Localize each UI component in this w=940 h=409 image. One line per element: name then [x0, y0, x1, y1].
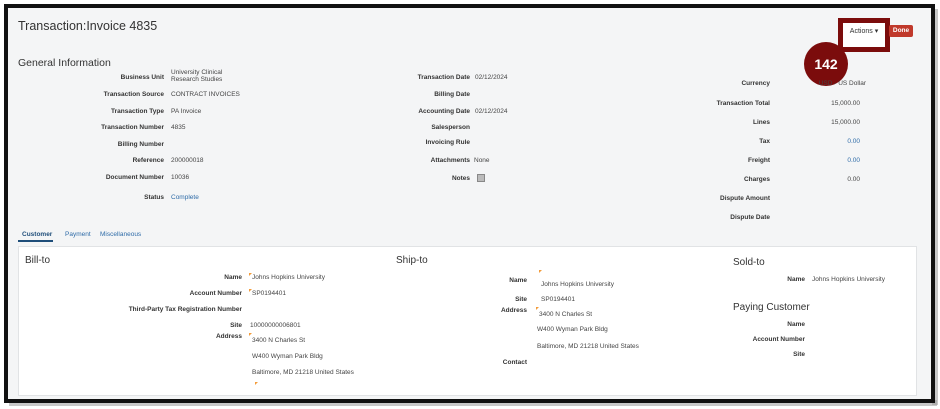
reference-value: 200000018: [171, 157, 204, 164]
document-number-label: Document Number: [105, 174, 164, 181]
currency-value: USD - US Dollar: [818, 80, 866, 87]
reference-label: Reference: [132, 157, 164, 164]
attachments-value[interactable]: None: [474, 157, 490, 164]
ship-to-address-label: Address: [500, 307, 527, 314]
ship-to-contact-label: Contact: [502, 359, 527, 366]
paying-account-label: Account Number: [752, 336, 805, 343]
bill-to-address-line3: Baltimore, MD 21218 United States: [252, 369, 354, 376]
bill-to-address-line1: 3400 N Charles St: [252, 337, 306, 344]
flag-icon: [536, 307, 539, 310]
active-tab-indicator: [18, 240, 53, 242]
notes-icon[interactable]: [477, 174, 485, 182]
transaction-date-value: 02/12/2024: [475, 74, 508, 81]
tax-label: Tax: [759, 138, 770, 145]
accounting-date-label: Accounting Date: [418, 108, 470, 115]
lines-value: 15,000.00: [831, 119, 860, 126]
transaction-type-value: PA Invoice: [171, 108, 202, 115]
tab-customer[interactable]: Customer: [22, 231, 52, 238]
business-unit-value: University Clinical Research Studies: [171, 69, 223, 83]
bill-to-site-value: 10000000006801: [250, 322, 301, 329]
ship-to-title: Ship-to: [396, 255, 428, 266]
ship-to-name-label: Name: [509, 277, 527, 284]
transaction-number-label: Transaction Number: [101, 124, 164, 131]
billing-number-label: Billing Number: [117, 141, 164, 148]
tab-payment[interactable]: Payment: [65, 231, 91, 238]
charges-label: Charges: [743, 176, 770, 183]
dispute-date-label: Dispute Date: [730, 214, 770, 221]
bill-to-site-label: Site: [230, 322, 242, 329]
general-information-title: General Information: [18, 57, 111, 69]
business-unit-label: Business Unit: [120, 74, 164, 81]
paying-site-label: Site: [793, 351, 805, 358]
status-label: Status: [144, 194, 164, 201]
lines-label: Lines: [753, 119, 770, 126]
sold-to-name-value: Johns Hopkins University: [812, 276, 885, 283]
bill-to-tax-registration-label: Third-Party Tax Registration Number: [128, 306, 242, 313]
bill-to-address-line2: W400 Wyman Park Bldg: [252, 353, 323, 360]
accounting-date-value: 02/12/2024: [475, 108, 508, 115]
ship-to-address-line2: W400 Wyman Park Bldg: [537, 326, 608, 333]
dispute-amount-label: Dispute Amount: [720, 195, 770, 202]
paying-name-label: Name: [787, 321, 805, 328]
sold-to-title: Sold-to: [733, 257, 765, 268]
transaction-source-value: CONTRACT INVOICES: [171, 91, 240, 98]
bill-to-address-label: Address: [215, 333, 242, 340]
paying-customer-title: Paying Customer: [733, 302, 810, 313]
currency-label: Currency: [741, 80, 770, 87]
bill-to-name-value: Johns Hopkins University: [252, 274, 325, 281]
transaction-type-label: Transaction Type: [111, 108, 164, 115]
bill-to-account-label: Account Number: [189, 290, 242, 297]
charges-value: 0.00: [847, 176, 860, 183]
invoicing-rule-label: Invoicing Rule: [425, 139, 470, 146]
bill-to-name-label: Name: [224, 274, 242, 281]
transaction-total-value: 15,000.00: [831, 100, 860, 107]
document-number-value: 10036: [171, 174, 190, 181]
bill-to-account-value: SP0194401: [252, 290, 286, 297]
bill-to-title: Bill-to: [25, 255, 51, 266]
chevron-down-icon: ▾: [874, 28, 879, 35]
transaction-date-label: Transaction Date: [417, 74, 470, 81]
billing-date-label: Billing Date: [434, 91, 470, 98]
salesperson-label: Salesperson: [431, 124, 470, 131]
transaction-total-label: Transaction Total: [716, 100, 770, 107]
app-window: Transaction:Invoice 4835 Actions ▾ Done …: [4, 4, 935, 403]
page-title: Transaction:Invoice 4835: [18, 19, 158, 33]
actions-button[interactable]: Actions ▾: [843, 23, 885, 47]
notes-label: Notes: [451, 175, 470, 182]
actions-highlight: Actions ▾: [838, 18, 890, 52]
customer-panel: Bill-to Name Johns Hopkins University Ac…: [18, 246, 917, 396]
ship-to-site-value: SP0194401: [541, 296, 575, 303]
tax-value[interactable]: 0.00: [811, 138, 860, 145]
done-button[interactable]: Done: [889, 25, 913, 37]
flag-icon: [539, 270, 542, 273]
ship-to-name-value: Johns Hopkins University: [541, 281, 614, 288]
freight-label: Freight: [747, 157, 770, 164]
status-value: Complete: [171, 194, 199, 201]
transaction-number-value: 4835: [171, 124, 186, 131]
ship-to-site-label: Site: [515, 296, 527, 303]
flag-icon: [249, 333, 252, 336]
flag-icon: [255, 382, 258, 385]
ship-to-address-line3: Baltimore, MD 21218 United States: [537, 343, 639, 350]
attachments-label: Attachments: [430, 157, 470, 164]
tab-miscellaneous[interactable]: Miscellaneous: [100, 231, 141, 238]
transaction-source-label: Transaction Source: [103, 91, 164, 98]
sold-to-name-label: Name: [787, 276, 805, 283]
actions-label: Actions: [849, 28, 873, 35]
freight-value[interactable]: 0.00: [811, 157, 860, 164]
ship-to-address-line1: 3400 N Charles St: [539, 311, 593, 318]
